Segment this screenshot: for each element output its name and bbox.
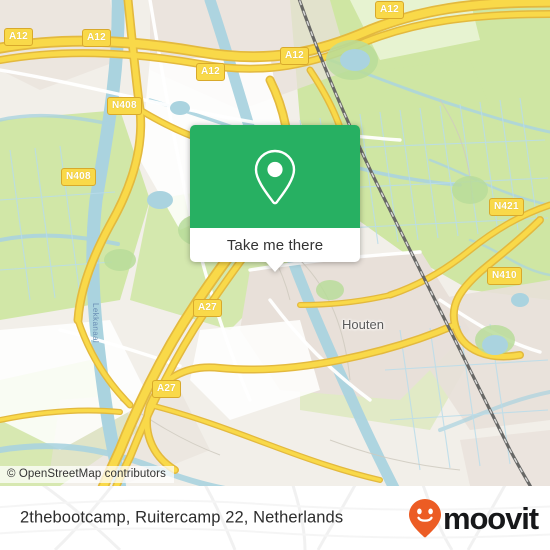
osm-attribution[interactable]: © OpenStreetMap contributors	[0, 466, 174, 483]
water-label-lekkanaal: Lekkanaal	[91, 303, 100, 344]
popup-pointer-tail	[266, 262, 284, 272]
road-shield-a12: A12	[196, 63, 225, 81]
road-shield-n408: N408	[61, 168, 96, 186]
road-shield-a27: A27	[152, 380, 181, 398]
road-shield-a12: A12	[4, 28, 33, 46]
take-me-there-label: Take me there	[226, 236, 324, 254]
place-label-houten: Houten	[342, 317, 384, 332]
map-pin-icon	[254, 149, 296, 204]
road-shield-a12: A12	[82, 29, 111, 47]
location-popup-card[interactable]: Take me there	[190, 125, 360, 272]
map-canvas[interactable]: A12 A12 A12 A12 A12 N408 N408 A27 A27 N421 N410 Ho…	[0, 0, 550, 486]
popup-icon-area	[190, 125, 360, 228]
popup-action-area[interactable]: Take me there	[190, 228, 360, 262]
road-shield-a27: A27	[193, 299, 222, 317]
moovit-logo[interactable]: moovit	[408, 498, 539, 538]
road-shield-a12: A12	[280, 47, 309, 65]
map-screenshot: A12 A12 A12 A12 A12 N408 N408 A27 A27 N421 N410 Ho…	[0, 0, 550, 550]
road-shield-n410: N410	[487, 267, 522, 285]
footer-bar: 2thebootcamp, Ruitercamp 22, Netherlands…	[0, 486, 550, 550]
road-shield-a12: A12	[375, 1, 404, 19]
moovit-smiley-pin-icon	[408, 499, 441, 538]
moovit-wordmark: moovit	[442, 500, 539, 536]
road-shield-n421: N421	[489, 198, 524, 216]
road-shield-n408: N408	[107, 97, 142, 115]
location-address: 2thebootcamp, Ruitercamp 22, Netherlands	[20, 508, 344, 527]
